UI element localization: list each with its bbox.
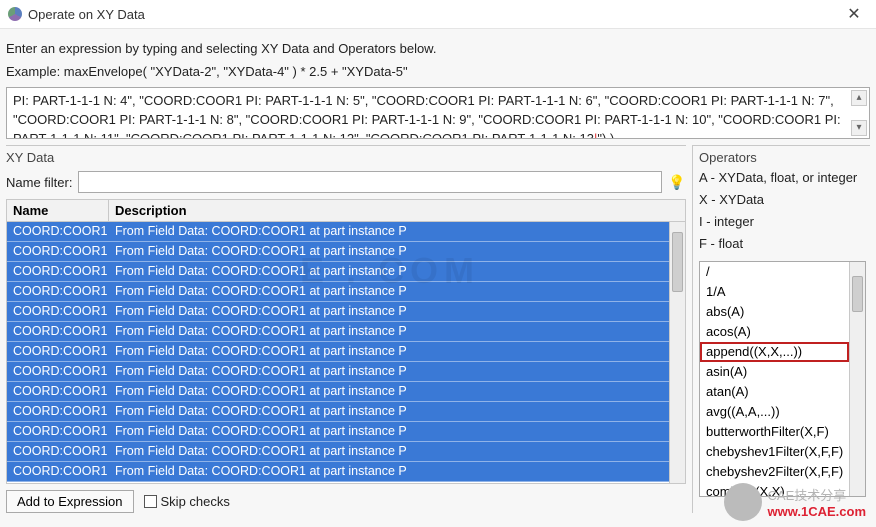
hint-bulb-icon[interactable]: 💡 (668, 173, 686, 191)
title-bar: Operate on XY Data ✕ (0, 0, 876, 29)
cell-name: COORD:COOR1 (7, 422, 109, 441)
operator-item[interactable]: atan(A) (700, 382, 849, 402)
checkbox-icon[interactable] (144, 495, 157, 508)
example-text: Example: maxEnvelope( "XYData-2", "XYDat… (6, 64, 870, 79)
cell-description: From Field Data: COORD:COOR1 at part ins… (109, 342, 669, 361)
operator-item[interactable]: abs(A) (700, 302, 849, 322)
cell-name: COORD:COOR1 (7, 382, 109, 401)
table-row[interactable]: COORD:COOR1From Field Data: COORD:COOR1 … (7, 362, 669, 382)
scroll-down-icon[interactable]: ▾ (851, 120, 867, 136)
xy-table-header: Name Description (6, 199, 686, 222)
expression-line: PI: PART-1-1-1 N: 4", "COORD:COOR1 PI: P… (13, 92, 847, 111)
operator-item[interactable]: / (700, 262, 849, 282)
expression-textarea[interactable]: PI: PART-1-1-1 N: 4", "COORD:COOR1 PI: P… (6, 87, 870, 139)
expression-scrollbar[interactable]: ▴ ▾ (851, 90, 867, 136)
cell-name: COORD:COOR1 (7, 322, 109, 341)
table-row[interactable]: COORD:COOR1From Field Data: COORD:COOR1 … (7, 282, 669, 302)
op-def-x: X - XYData (699, 189, 866, 211)
content-area: Enter an expression by typing and select… (0, 29, 876, 519)
table-row[interactable]: COORD:COOR1From Field Data: COORD:COOR1 … (7, 382, 669, 402)
operators-list[interactable]: /1/Aabs(A)acos(A)append((X,X,...))asin(A… (699, 261, 866, 497)
cell-name: COORD:COOR1 (7, 362, 109, 381)
cell-description: From Field Data: COORD:COOR1 at part ins… (109, 262, 669, 281)
cell-description: From Field Data: COORD:COOR1 at part ins… (109, 362, 669, 381)
operators-scrollbar[interactable] (849, 262, 865, 496)
cell-name: COORD:COOR1 (7, 242, 109, 261)
instruction-text: Enter an expression by typing and select… (6, 41, 870, 56)
expression-line: PART-1-1-1 N: 11", "COORD:COOR1 PI: PART… (13, 130, 847, 139)
cell-description: From Field Data: COORD:COOR1 at part ins… (109, 322, 669, 341)
operator-item[interactable]: butterworthFilter(X,F) (700, 422, 849, 442)
cell-name: COORD:COOR1 (7, 282, 109, 301)
cell-description: From Field Data: COORD:COOR1 at part ins… (109, 382, 669, 401)
scroll-thumb[interactable] (852, 276, 863, 312)
cell-name: COORD:COOR1 (7, 342, 109, 361)
table-row[interactable]: COORD:COOR1From Field Data: COORD:COOR1 … (7, 262, 669, 282)
table-row[interactable]: COORD:COOR1From Field Data: COORD:COOR1 … (7, 342, 669, 362)
cell-description: From Field Data: COORD:COOR1 at part ins… (109, 302, 669, 321)
xy-table: COORD:COOR1From Field Data: COORD:COOR1 … (6, 222, 686, 484)
table-row[interactable]: COORD:COOR1From Field Data: COORD:COOR1 … (7, 462, 669, 482)
table-row[interactable]: COORD:COOR1From Field Data: COORD:COOR1 … (7, 422, 669, 442)
cell-description: From Field Data: COORD:COOR1 at part ins… (109, 462, 669, 481)
table-row[interactable]: COORD:COOR1From Field Data: COORD:COOR1 … (7, 222, 669, 242)
app-icon (8, 7, 22, 21)
operator-definitions: A - XYData, float, or integer X - XYData… (699, 167, 866, 255)
cell-name: COORD:COOR1 (7, 302, 109, 321)
operator-item[interactable]: chebyshev1Filter(X,F,F) (700, 442, 849, 462)
column-header-name[interactable]: Name (7, 200, 109, 221)
scroll-up-icon[interactable]: ▴ (851, 90, 867, 106)
cell-description: From Field Data: COORD:COOR1 at part ins… (109, 282, 669, 301)
cell-description: From Field Data: COORD:COOR1 at part ins… (109, 402, 669, 421)
expression-line: "COORD:COOR1 PI: PART-1-1-1 N: 8", "COOR… (13, 111, 847, 130)
cell-name: COORD:COOR1 (7, 222, 109, 241)
table-row[interactable]: COORD:COOR1From Field Data: COORD:COOR1 … (7, 442, 669, 462)
cell-description: From Field Data: COORD:COOR1 at part ins… (109, 422, 669, 441)
cell-name: COORD:COOR1 (7, 442, 109, 461)
xy-table-scrollbar[interactable] (669, 222, 685, 483)
skip-checks-label: Skip checks (161, 494, 230, 509)
operators-panel: Operators A - XYData, float, or integer … (692, 145, 870, 513)
operator-item[interactable]: 1/A (700, 282, 849, 302)
op-def-f: F - float (699, 233, 866, 255)
xy-data-panel: XY Data Name filter: 💡 Name Description … (6, 145, 686, 513)
cell-name: COORD:COOR1 (7, 402, 109, 421)
operator-item[interactable]: asin(A) (700, 362, 849, 382)
operator-item[interactable]: chebyshev2Filter(X,F,F) (700, 462, 849, 482)
operator-item[interactable]: combine(X,X) (700, 482, 849, 496)
cell-name: COORD:COOR1 (7, 462, 109, 481)
op-def-a: A - XYData, float, or integer (699, 167, 866, 189)
add-to-expression-button[interactable]: Add to Expression (6, 490, 134, 513)
window-title: Operate on XY Data (28, 7, 840, 22)
op-def-i: I - integer (699, 211, 866, 233)
name-filter-label: Name filter: (6, 175, 72, 190)
cell-name: COORD:COOR1 (7, 262, 109, 281)
xy-data-label: XY Data (6, 150, 686, 165)
skip-checks-checkbox[interactable]: Skip checks (144, 494, 230, 509)
operator-item[interactable]: avg((A,A,...)) (700, 402, 849, 422)
cell-description: From Field Data: COORD:COOR1 at part ins… (109, 222, 669, 241)
close-button[interactable]: ✕ (840, 4, 868, 24)
table-row[interactable]: COORD:COOR1From Field Data: COORD:COOR1 … (7, 302, 669, 322)
name-filter-input[interactable] (78, 171, 662, 193)
table-row[interactable]: COORD:COOR1From Field Data: COORD:COOR1 … (7, 322, 669, 342)
column-header-description[interactable]: Description (109, 200, 685, 221)
operator-item[interactable]: append((X,X,...)) (700, 342, 849, 362)
table-row[interactable]: COORD:COOR1From Field Data: COORD:COOR1 … (7, 402, 669, 422)
operator-item[interactable]: acos(A) (700, 322, 849, 342)
table-row[interactable]: COORD:COOR1From Field Data: COORD:COOR1 … (7, 242, 669, 262)
operators-label: Operators (699, 150, 866, 165)
cell-description: From Field Data: COORD:COOR1 at part ins… (109, 242, 669, 261)
cell-description: From Field Data: COORD:COOR1 at part ins… (109, 442, 669, 461)
scroll-thumb[interactable] (672, 232, 683, 292)
